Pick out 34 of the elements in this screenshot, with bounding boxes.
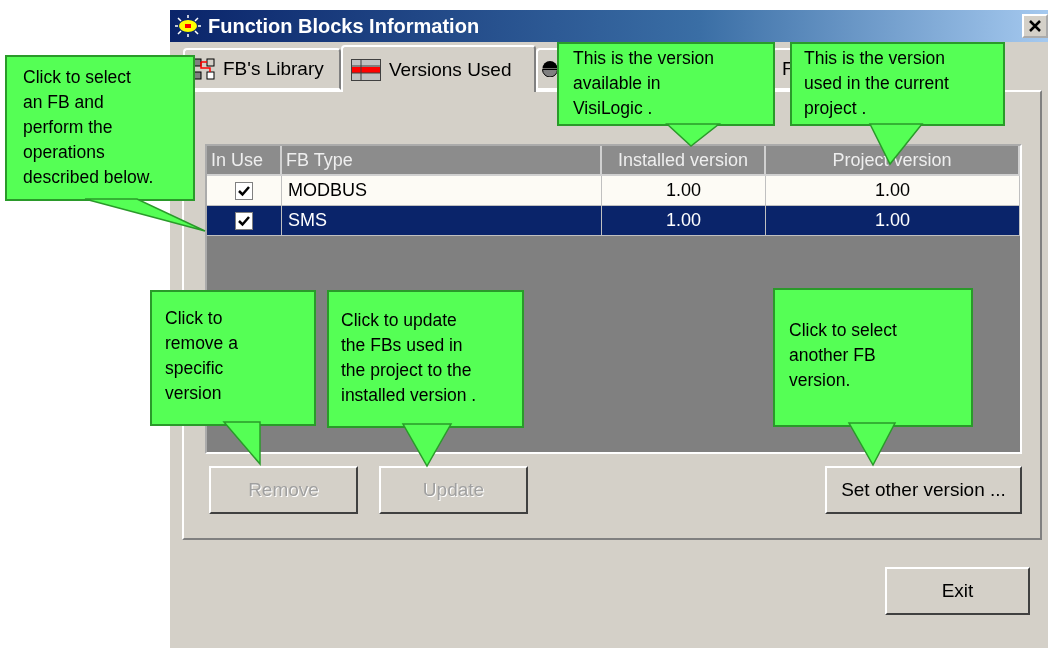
column-header: FB Type (282, 146, 602, 176)
column-header: Installed version (602, 146, 766, 176)
tab[interactable]: FB's Library (183, 48, 341, 90)
callout-tooltip: Click to select another FB version. (773, 288, 973, 427)
tab[interactable]: Versions Used (341, 45, 536, 92)
table-cell: 1.00 (602, 206, 766, 236)
close-button[interactable] (1022, 14, 1048, 38)
table-cell: 1.00 (602, 176, 766, 206)
close-icon (1028, 19, 1042, 33)
window-title: Function Blocks Information (208, 14, 480, 38)
table-cell: MODBUS (282, 176, 602, 206)
callout-tooltip: Click to remove a specific version (150, 290, 316, 426)
check-icon (238, 184, 250, 197)
exit-button[interactable]: Exit (885, 567, 1030, 615)
pointer-tooltip (667, 124, 719, 148)
column-header: Project version (766, 146, 1020, 176)
disc-icon (542, 61, 558, 77)
check-icon (238, 214, 250, 227)
pointer-tooltip (849, 423, 895, 467)
set-version-button[interactable]: Set other version ... (825, 466, 1022, 514)
table-cell: 1.00 (766, 206, 1020, 236)
checkbox[interactable] (235, 181, 253, 200)
pointer-tooltip (403, 424, 451, 468)
table-cell: SMS (282, 206, 602, 236)
pointer-tooltip (224, 422, 260, 466)
diagram-icon (193, 58, 215, 80)
column-header: In Use (207, 146, 282, 176)
checkbox[interactable] (235, 211, 253, 230)
table-cell[interactable] (207, 206, 282, 236)
table-cell: 1.00 (766, 176, 1020, 206)
callout-tooltip: Click to update the FBs used in the project to the installed version . (327, 290, 524, 428)
table-icon (351, 58, 381, 81)
table-cell[interactable] (207, 176, 282, 206)
sun-icon (174, 14, 202, 38)
